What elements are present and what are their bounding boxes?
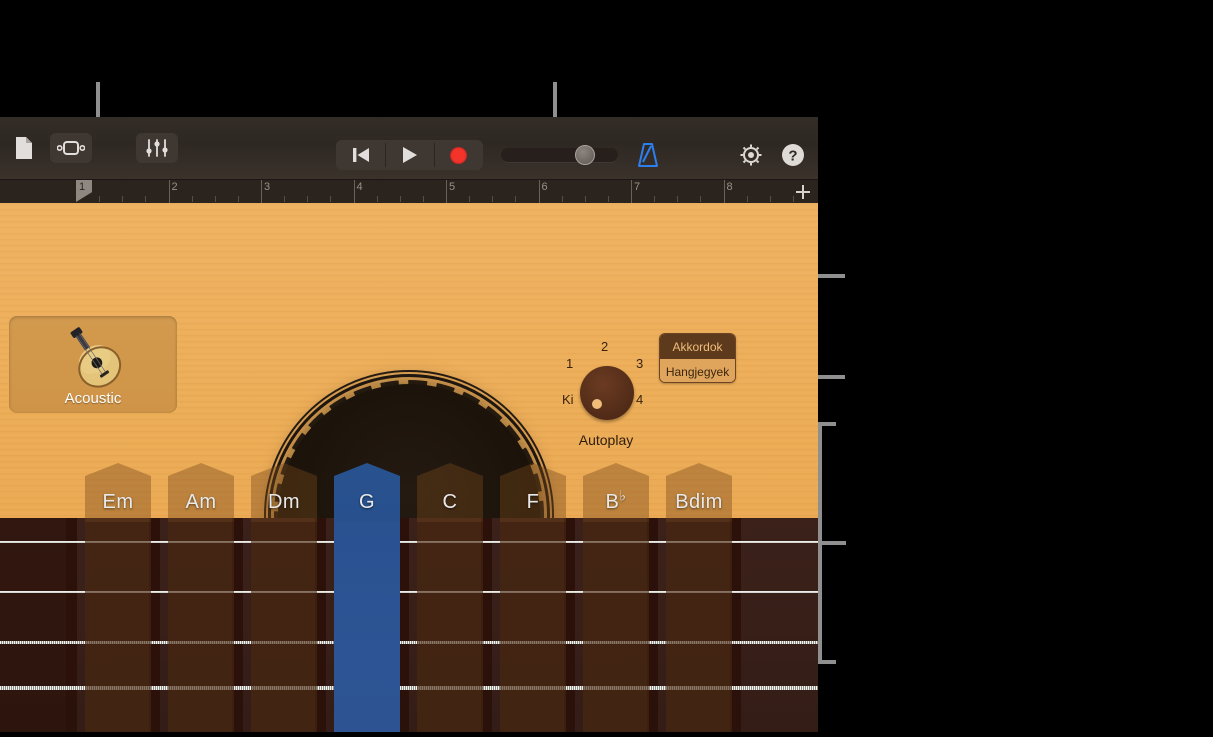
chord-strip-g[interactable]: G xyxy=(334,463,400,732)
volume-slider-track[interactable] xyxy=(501,148,618,162)
chord-strips: Em Am Dm G C F B♭ Bdim xyxy=(0,203,818,732)
chord-strip-head[interactable]: Am xyxy=(168,463,234,522)
chord-strip-c[interactable]: C xyxy=(417,463,483,732)
ruler-barline xyxy=(631,180,632,204)
ruler-bar-number: 4 xyxy=(356,181,363,193)
ruler-barline xyxy=(723,180,725,204)
transport-controls xyxy=(336,140,483,170)
ruler-tick xyxy=(769,196,771,202)
chord-strip-bdim[interactable]: Bdim xyxy=(666,463,732,732)
chord-strip-label: B♭ xyxy=(605,487,627,513)
ruler-tick xyxy=(191,196,193,202)
playhead-bar-number: 1 xyxy=(79,181,86,193)
ruler-barline xyxy=(261,180,262,204)
ruler-tick xyxy=(330,196,332,202)
toolbar xyxy=(0,117,818,179)
ruler-tick xyxy=(492,196,494,202)
chord-strip-dm[interactable]: Dm xyxy=(251,463,317,732)
chord-strip-label: F xyxy=(526,491,540,513)
chord-strip-head[interactable]: Bdim xyxy=(666,463,732,522)
ruler-tick xyxy=(561,196,563,202)
ruler-tick xyxy=(399,196,401,202)
chord-strip-body[interactable] xyxy=(583,522,649,732)
chord-strip-label: Am xyxy=(185,491,217,513)
chord-strip-head[interactable]: C xyxy=(417,463,483,522)
gear-icon[interactable] xyxy=(739,143,763,167)
ruler-bar-number: 7 xyxy=(634,181,641,193)
chord-strip-body[interactable] xyxy=(85,522,151,732)
ruler-tick xyxy=(237,196,239,202)
chord-strip-bb[interactable]: B♭ xyxy=(583,463,649,732)
ruler-tick xyxy=(145,196,147,202)
ruler-bar-number: 3 xyxy=(264,181,271,193)
chord-strip-head[interactable]: G xyxy=(334,463,400,522)
chord-strip-head[interactable]: B♭ xyxy=(583,463,649,522)
play-button[interactable] xyxy=(385,140,434,170)
flat-symbol-icon: ♭ xyxy=(619,487,627,504)
chord-strip-head[interactable]: F xyxy=(500,463,566,522)
chord-strip-label: Dm xyxy=(267,491,301,513)
chord-strip-body[interactable] xyxy=(500,522,566,732)
ruler-bar-number: 6 xyxy=(541,181,548,193)
ruler-barline xyxy=(353,180,355,204)
record-dot-icon xyxy=(450,146,467,164)
callout-strings-bracket xyxy=(818,422,846,664)
help-icon[interactable]: ? xyxy=(781,143,805,167)
ruler-bar-number: 5 xyxy=(449,181,456,193)
chord-strip-head[interactable]: Em xyxy=(85,463,151,522)
volume-slider-knob[interactable] xyxy=(575,145,595,165)
chord-strip-head[interactable]: Dm xyxy=(251,463,317,522)
track-controls-icon[interactable] xyxy=(136,133,178,163)
chord-strip-body[interactable] xyxy=(666,522,732,732)
screenshot-root: 2 3 4 5 6 7 8 1 Acoustic 1 2 3 4 Ki Autoplay A… xyxy=(0,0,1213,737)
timeline-ruler[interactable]: 2 3 4 5 6 7 8 1 xyxy=(0,179,818,204)
ruler-tick xyxy=(607,196,609,202)
ruler-tick xyxy=(99,196,101,202)
ruler-tick xyxy=(654,196,656,202)
garageband-window: 2 3 4 5 6 7 8 1 Acoustic 1 2 3 4 Ki Autoplay A… xyxy=(0,117,818,732)
ruler-bar-number: 2 xyxy=(171,181,178,193)
chord-strip-label: G xyxy=(358,491,376,513)
ruler-barline xyxy=(538,180,540,204)
ruler-tick xyxy=(584,196,586,202)
document-icon[interactable] xyxy=(10,134,38,162)
ruler-tick xyxy=(422,196,424,202)
chord-strip-em[interactable]: Em xyxy=(85,463,151,732)
ruler-tick xyxy=(214,196,216,202)
ruler-tick xyxy=(376,196,378,202)
ruler-bar-number: 8 xyxy=(726,181,733,193)
add-track-button[interactable] xyxy=(794,183,812,201)
chord-strip-label: C xyxy=(442,491,458,513)
ruler-tick xyxy=(515,196,517,202)
ruler-tick xyxy=(284,196,286,202)
ruler-barline xyxy=(446,180,447,204)
record-button[interactable] xyxy=(434,140,483,170)
ruler-tick xyxy=(746,196,748,202)
loop-browser-icon[interactable] xyxy=(50,133,92,163)
ruler-tick xyxy=(677,196,679,202)
chord-strip-am[interactable]: Am xyxy=(168,463,234,732)
ruler-tick xyxy=(700,196,702,202)
chord-strip-label: Bdim xyxy=(675,491,723,513)
chord-strip-body[interactable] xyxy=(417,522,483,732)
metronome-icon[interactable] xyxy=(634,142,662,168)
guitar-instrument-panel: Acoustic 1 2 3 4 Ki Autoplay Akkordok Ha… xyxy=(0,203,818,732)
chord-strip-label: Em xyxy=(102,491,134,513)
ruler-tick xyxy=(122,196,124,202)
ruler-tick xyxy=(469,196,471,202)
chord-strip-body[interactable] xyxy=(334,522,400,732)
chord-strip-body[interactable] xyxy=(251,522,317,732)
ruler-tick xyxy=(307,196,309,202)
chord-strip-f[interactable]: F xyxy=(500,463,566,732)
ruler-barline xyxy=(168,180,170,204)
chord-strip-body[interactable] xyxy=(168,522,234,732)
rewind-button[interactable] xyxy=(336,140,385,170)
svg-text:?: ? xyxy=(788,148,797,165)
